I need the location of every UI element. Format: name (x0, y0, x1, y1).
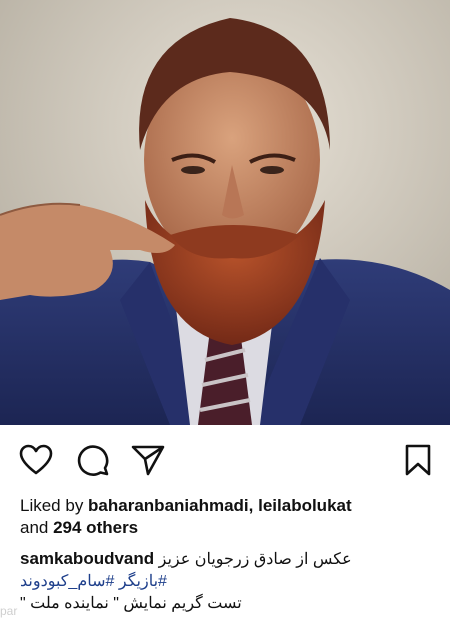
caption-text-3: تست گریم نمایش " نماینده ملت " (20, 595, 242, 612)
hashtag-link-1[interactable]: #بازیگر (119, 573, 167, 590)
heart-icon (19, 444, 53, 475)
bookmark-icon (405, 444, 431, 476)
comment-button[interactable] (75, 442, 111, 478)
caption-username[interactable]: samkaboudvand (20, 549, 154, 568)
save-button[interactable] (400, 442, 436, 478)
caption-line-2: #سام_کبودوند #بازیگر (20, 571, 438, 593)
watermark-text: par (0, 604, 18, 618)
likes-others-link[interactable]: 294 others (53, 518, 138, 537)
share-button[interactable] (130, 442, 166, 478)
post-caption: samkaboudvand عکس از صادق زرجویان عزیز #… (20, 548, 438, 615)
likes-summary: Liked by baharanbaniahmadi, leilabolukat… (20, 495, 440, 539)
portrait-image (0, 0, 450, 425)
post-photo[interactable] (0, 0, 450, 425)
likes-and-visible: and (20, 518, 54, 537)
caption-text-1: عکس از صادق زرجویان عزیز (158, 551, 352, 568)
like-button[interactable] (18, 442, 54, 478)
paper-plane-icon (131, 445, 165, 476)
likes-separator: , (248, 496, 259, 515)
caption-line-1: samkaboudvand عکس از صادق زرجویان عزیز (20, 548, 438, 571)
likes-prefix: Liked by (20, 496, 89, 515)
liker-link-2[interactable]: leilabolukat (258, 496, 352, 515)
post-action-bar (0, 425, 450, 493)
liker-link-1[interactable]: baharanbaniahmadi (88, 496, 249, 515)
hashtag-link-2[interactable]: #سام_کبودوند (20, 573, 114, 590)
caption-line-3: تست گریم نمایش " نماینده ملت " (20, 593, 438, 615)
comment-icon (77, 445, 109, 476)
